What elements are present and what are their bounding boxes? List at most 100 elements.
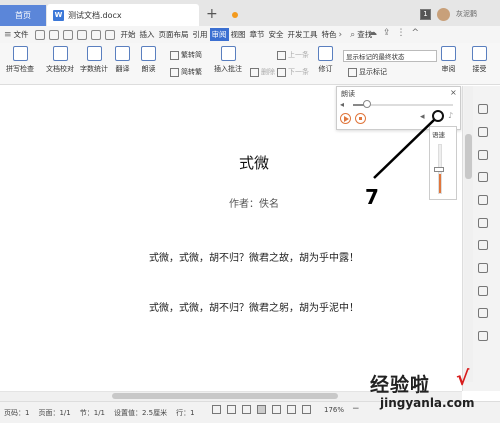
document-line: 式微，式微，胡不归？微君之躬，胡为乎泥中！ [149, 303, 359, 314]
delete-comment-button[interactable]: 删除 [250, 67, 275, 77]
unsaved-dot-icon [232, 12, 238, 18]
convert-icon [170, 67, 179, 77]
show-marks-button[interactable]: 显示标记 [348, 67, 387, 77]
menu-page-layout[interactable]: 页面布局 [157, 28, 191, 41]
quick-doc-icon[interactable] [34, 29, 45, 40]
revise-button[interactable]: 修订 [318, 46, 333, 74]
outline-view-icon[interactable] [242, 405, 251, 414]
menu-right-tools: ☁ ⇪ ⋮ ^ [368, 28, 419, 38]
file-menu-label: 文件 [13, 30, 29, 39]
undo-icon[interactable] [90, 29, 101, 40]
more-icon[interactable]: ⋮ [397, 28, 406, 38]
close-icon[interactable]: × [450, 88, 457, 97]
view-mode-buttons [212, 405, 311, 414]
search-icon: ⌕ [350, 29, 356, 40]
menu-start[interactable]: 开始 [119, 28, 138, 41]
to-traditional-button[interactable]: 繁转简 [170, 50, 202, 60]
chart-icon[interactable] [478, 263, 488, 273]
zoom-out-button[interactable]: − [352, 404, 360, 414]
review-pane-button[interactable]: 审阅 [441, 46, 456, 74]
read-aloud-label: 朗读 [141, 65, 156, 73]
grid-icon[interactable] [478, 240, 488, 250]
tab-document-label: 测试文档.docx [68, 10, 122, 20]
prev-icon [277, 50, 286, 60]
menu-more-icon[interactable]: › [339, 30, 343, 40]
delete-label: 删除 [261, 68, 275, 76]
microphone-icon [141, 46, 156, 61]
quick-save-icon[interactable] [48, 29, 59, 40]
image-icon[interactable] [478, 286, 488, 296]
prev-comment-button[interactable]: 上一条 [277, 50, 309, 60]
doc-check-icon [52, 46, 68, 61]
tab-document[interactable]: W 测试文档.docx [47, 4, 238, 26]
read-mode-icon[interactable] [227, 405, 236, 414]
location-icon[interactable] [478, 150, 488, 160]
status-row: 行：1 [176, 408, 195, 417]
quick-preview-icon[interactable] [76, 29, 87, 40]
to-simplified-button[interactable]: 简转繁 [170, 67, 202, 77]
word-count-icon [86, 46, 102, 61]
menu-review[interactable]: 审阅 [209, 28, 229, 41]
menu-featured[interactable]: 特色 [320, 28, 339, 41]
write-mode-icon[interactable] [287, 405, 296, 414]
menu-developer[interactable]: 开发工具 [286, 28, 320, 41]
horizontal-scroll-thumb[interactable] [112, 393, 338, 399]
status-pages: 页面：1/1 [38, 408, 71, 417]
shape-icon[interactable] [478, 172, 488, 182]
next-comment-button[interactable]: 下一条 [277, 67, 309, 77]
word-count-label: 字数统计 [80, 65, 108, 73]
translate-button[interactable]: 翻译 [115, 46, 130, 74]
doc-check-button[interactable]: 文档校对 [46, 46, 74, 74]
review-label: 审阅 [441, 65, 456, 73]
read-aloud-button[interactable]: 朗读 [141, 46, 156, 74]
spellcheck-button[interactable]: 拼写检查 [6, 46, 34, 74]
eye-protect-icon[interactable] [302, 405, 311, 414]
menu-insert[interactable]: 插入 [138, 28, 157, 41]
pen-icon[interactable] [478, 104, 488, 114]
titlebar-right: 1 灰泥鹳 [420, 6, 477, 22]
read-panel-title: 朗读 [341, 90, 355, 98]
quick-print-icon[interactable] [62, 29, 73, 40]
revise-icon [318, 46, 333, 61]
accept-button[interactable]: 接受 [472, 46, 487, 74]
accept-icon [472, 46, 487, 61]
layout-icon[interactable] [478, 331, 488, 341]
table-icon[interactable] [478, 218, 488, 228]
tab-home[interactable]: 首页 [0, 5, 46, 26]
user-name[interactable]: 灰泥鹳 [456, 9, 477, 19]
accept-label: 接受 [472, 65, 487, 73]
track-state-select[interactable]: 显示标记的最终状态 [343, 50, 437, 62]
menu-references[interactable]: 引用 [191, 28, 210, 41]
collapse-ribbon-icon[interactable]: ^ [412, 28, 420, 38]
vertical-scrollbar[interactable] [464, 86, 473, 382]
menu-section[interactable]: 章节 [248, 28, 267, 41]
menu-security[interactable]: 安全 [267, 28, 286, 41]
document-icon[interactable] [478, 195, 488, 205]
doc-check-label: 文档校对 [46, 65, 74, 73]
watermark-text: 经验啦 [370, 374, 431, 396]
pointer-icon[interactable] [478, 127, 488, 137]
read-progress-knob[interactable] [363, 100, 371, 108]
status-section: 节：1/1 [79, 408, 105, 417]
vertical-scroll-thumb[interactable] [465, 134, 472, 179]
menu-bar: ≡ 文件 开始 插入 页面布局 引用 审阅 视图 章节 安全 开发工具 特色 ›… [0, 26, 500, 43]
share-icon[interactable] [478, 308, 488, 318]
voice-setting-icon[interactable]: ♪ [448, 111, 453, 120]
new-tab-button[interactable]: + [206, 6, 218, 22]
redo-icon[interactable] [104, 29, 115, 40]
share-icon[interactable]: ⇪ [383, 28, 391, 38]
web-view-icon[interactable] [272, 405, 281, 414]
avatar[interactable] [437, 7, 450, 21]
file-menu[interactable]: ≡ 文件 [4, 29, 29, 40]
menu-view[interactable]: 视图 [229, 28, 248, 41]
spellcheck-icon [12, 46, 28, 61]
page-view-icon[interactable] [257, 405, 266, 414]
watermark-check: √ [456, 366, 470, 390]
zoom-level[interactable]: 176% [324, 406, 344, 414]
insert-comment-button[interactable]: 插入批注 [214, 46, 242, 74]
word-count-button[interactable]: 字数统计 [80, 46, 108, 74]
cloud-icon[interactable]: ☁ [368, 28, 377, 38]
window-count-badge[interactable]: 1 [420, 8, 431, 20]
proofread-icon[interactable] [212, 405, 221, 414]
play-button[interactable] [340, 113, 351, 124]
